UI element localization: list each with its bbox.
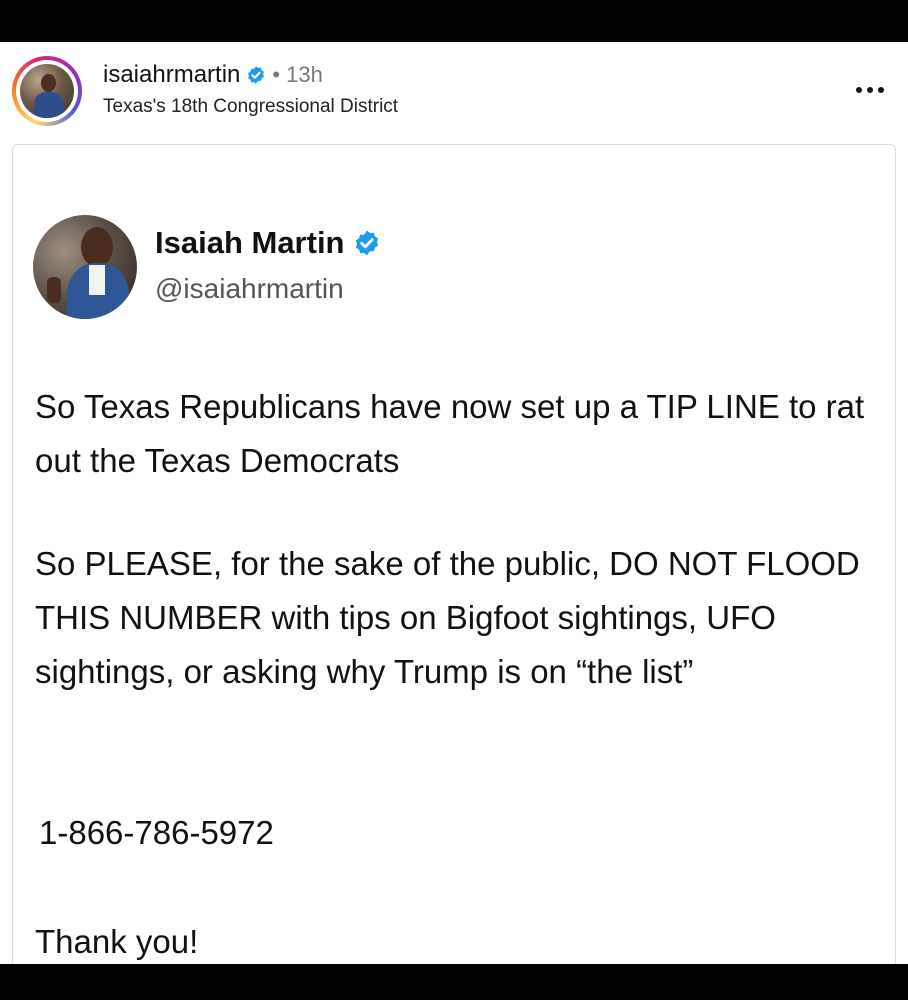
- tweet-avatar-head: [81, 227, 113, 267]
- post-header: [0, 42, 908, 142]
- tweet-avatar-arm: [47, 277, 61, 303]
- avatar-frame: [16, 60, 78, 122]
- verified-badge-icon: [248, 66, 265, 84]
- avatar-suit: [34, 92, 64, 118]
- tweet-handle[interactable]: @isaiahrmartin: [155, 273, 344, 305]
- tweet-avatar-shirt: [89, 265, 105, 295]
- avatar-head: [41, 74, 56, 92]
- tweet-display-name[interactable]: Isaiah Martin: [155, 225, 345, 261]
- tweet-author-row: Isaiah Martin: [155, 225, 381, 261]
- more-dot-icon: [856, 87, 862, 93]
- tweet-paragraph: So PLEASE, for the sake of the public, D…: [35, 545, 860, 690]
- more-dot-icon: [878, 87, 884, 93]
- verified-badge-icon: [355, 230, 378, 256]
- tweet-avatar[interactable]: [33, 215, 137, 319]
- tweet-phone-number: 1-866-786-5972: [39, 814, 274, 851]
- story-ring[interactable]: [12, 56, 82, 126]
- username-link[interactable]: isaiahrmartin: [103, 61, 240, 89]
- avatar[interactable]: [20, 64, 74, 118]
- instagram-post: isaiahrmartin • 13h Texas's 18th Congres…: [0, 42, 908, 964]
- tweet-paragraph: So Texas Republicans have now set up a T…: [35, 388, 865, 479]
- post-timestamp[interactable]: 13h: [286, 62, 323, 88]
- bottom-black-bar: [0, 964, 908, 1000]
- more-dot-icon: [867, 87, 873, 93]
- location-link[interactable]: Texas's 18th Congressional District: [103, 96, 398, 118]
- more-options-button[interactable]: [856, 80, 892, 100]
- embedded-tweet-card: Isaiah Martin @isaiahrmartin So Texas Re…: [12, 144, 896, 964]
- separator-dot: •: [272, 62, 281, 87]
- top-black-bar: [0, 0, 908, 42]
- tweet-paragraph: Thank you!: [35, 923, 199, 960]
- username-row: isaiahrmartin • 13h: [103, 58, 323, 92]
